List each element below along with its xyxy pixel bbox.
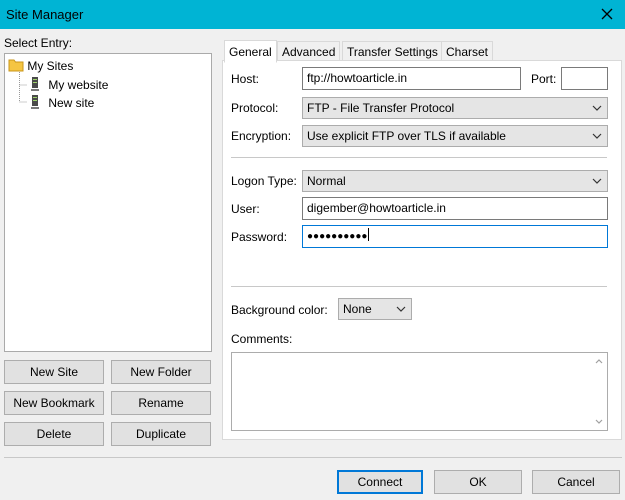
- separator: [231, 157, 607, 158]
- tree-item-label: New site: [48, 96, 95, 110]
- tree-item-label: My website: [48, 78, 109, 92]
- text-cursor: [368, 228, 370, 241]
- new-site-button[interactable]: New Site: [4, 360, 104, 384]
- scroll-up-icon[interactable]: [593, 356, 605, 368]
- connect-button[interactable]: Connect: [337, 470, 423, 494]
- port-input[interactable]: [561, 67, 608, 90]
- folder-icon: [8, 59, 24, 72]
- tree-item-new-site[interactable]: New site: [29, 94, 94, 110]
- encryption-value: Use explicit FTP over TLS if available: [307, 129, 506, 143]
- select-entry-label: Select Entry:: [4, 36, 73, 50]
- server-icon: [31, 95, 39, 109]
- tree-item-my-sites[interactable]: My Sites: [8, 58, 73, 74]
- logon-type-value: Normal: [307, 174, 346, 188]
- tab-charset[interactable]: Charset: [441, 41, 494, 61]
- chevron-down-icon: [592, 105, 602, 111]
- host-label: Host:: [231, 72, 260, 86]
- tree-item-my-website[interactable]: My website: [29, 76, 108, 92]
- host-input[interactable]: ftp://howtoarticle.in: [302, 67, 521, 90]
- encryption-label: Encryption:: [231, 129, 292, 143]
- password-value: ●●●●●●●●●●: [307, 231, 368, 242]
- site-tree[interactable]: My Sites My website New site: [4, 53, 212, 352]
- duplicate-button[interactable]: Duplicate: [111, 422, 211, 446]
- background-color-value: None: [343, 302, 372, 316]
- user-input[interactable]: digember@howtoarticle.in: [302, 197, 608, 220]
- background-color-label: Background color:: [231, 303, 328, 317]
- new-folder-button[interactable]: New Folder: [111, 360, 211, 384]
- chevron-down-icon: [396, 306, 406, 312]
- server-icon: [31, 77, 39, 91]
- delete-button[interactable]: Delete: [4, 422, 104, 446]
- separator: [231, 286, 607, 287]
- tab-general[interactable]: General: [224, 40, 277, 63]
- encryption-select[interactable]: Use explicit FTP over TLS if available: [302, 125, 608, 147]
- tab-transfer-settings[interactable]: Transfer Settings: [342, 41, 443, 61]
- chevron-down-icon: [592, 133, 602, 139]
- window-title: Site Manager: [6, 7, 84, 22]
- logon-type-select[interactable]: Normal: [302, 170, 608, 192]
- cancel-button[interactable]: Cancel: [532, 470, 620, 494]
- protocol-select[interactable]: FTP - File Transfer Protocol: [302, 97, 608, 119]
- protocol-value: FTP - File Transfer Protocol: [307, 101, 455, 115]
- password-label: Password:: [231, 230, 288, 244]
- separator: [4, 457, 622, 458]
- rename-button[interactable]: Rename: [111, 391, 211, 415]
- close-icon[interactable]: [597, 4, 617, 24]
- protocol-label: Protocol:: [231, 101, 279, 115]
- logon-type-label: Logon Type:: [231, 174, 297, 188]
- comments-textarea[interactable]: [231, 352, 608, 431]
- tab-advanced[interactable]: Advanced: [277, 41, 341, 61]
- title-bar: Site Manager: [0, 0, 625, 29]
- user-label: User:: [231, 202, 260, 216]
- background-color-select[interactable]: None: [338, 298, 412, 320]
- port-label: Port:: [531, 72, 557, 86]
- ok-button[interactable]: OK: [434, 470, 522, 494]
- new-bookmark-button[interactable]: New Bookmark: [4, 391, 104, 415]
- password-input[interactable]: ●●●●●●●●●●: [302, 225, 608, 248]
- chevron-down-icon: [592, 178, 602, 184]
- tree-item-label: My Sites: [27, 59, 74, 73]
- scroll-down-icon[interactable]: [593, 415, 605, 427]
- comments-label: Comments:: [231, 332, 293, 346]
